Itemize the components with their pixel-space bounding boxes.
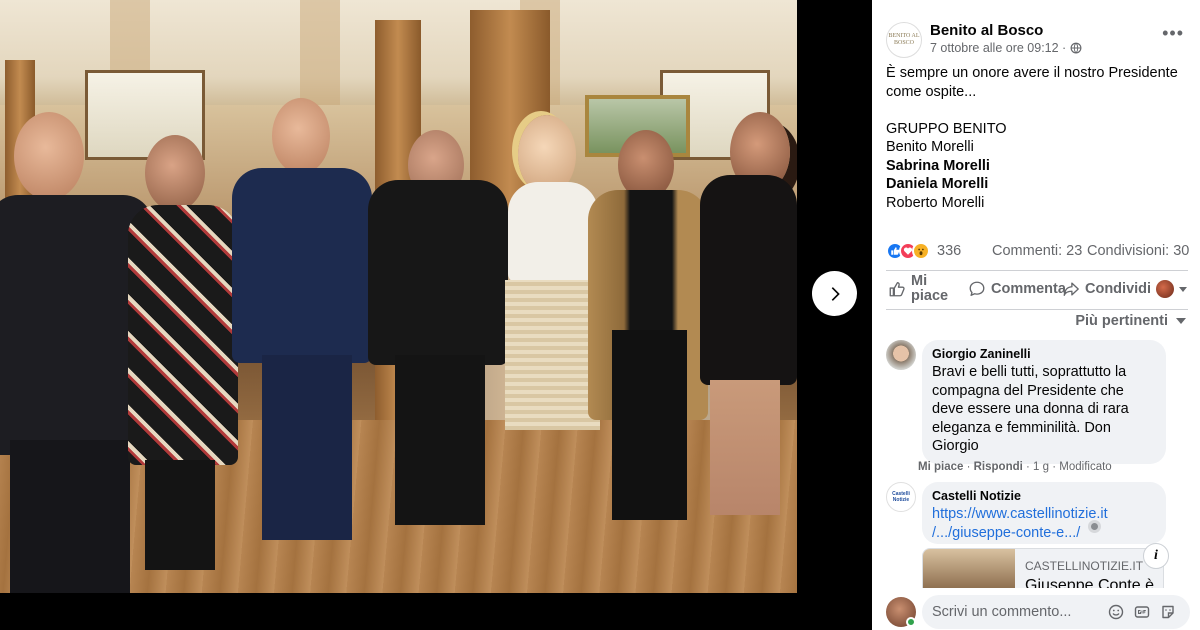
share-label: Condividi [1085, 281, 1152, 297]
photo-beam [300, 0, 340, 110]
gif-icon[interactable] [1134, 604, 1150, 620]
post-text-line: come ospite... [886, 83, 977, 100]
reaction-count[interactable]: 336 [937, 243, 961, 259]
thumbs-up-icon [889, 282, 905, 297]
globe-icon [1070, 42, 1082, 54]
chevron-down-icon [1176, 318, 1186, 324]
commenter-avatar[interactable]: Castelli Notizie [886, 482, 916, 512]
comment-text-line: eleganza e femminilità. Don [932, 419, 1111, 436]
online-status-icon [906, 617, 916, 627]
comment-text-line: Bravi e belli tutti, soprattutto la [932, 364, 1127, 380]
sticker-icon[interactable] [1160, 604, 1176, 620]
comment-button[interactable]: Commenta [968, 272, 1066, 306]
like-label-line: Mi [911, 273, 928, 289]
post-text-line: È sempre un onore avere il nostro Presid… [886, 65, 1178, 81]
commenter-name[interactable]: Giorgio Zaninelli [932, 347, 1154, 361]
comments-count[interactable]: Commenti: 23 [992, 243, 1082, 259]
divider [886, 270, 1188, 271]
member-name: Roberto Morelli [886, 194, 985, 211]
info-icon[interactable]: i [1143, 543, 1169, 569]
comment-label: Commenta [991, 281, 1066, 297]
comment-bubble: Castelli Notizie https://www.castellinot… [922, 482, 1166, 544]
next-photo-button[interactable] [812, 271, 857, 316]
post-header: BENITO AL BOSCO Benito al Bosco 7 ottobr… [886, 20, 1192, 60]
photo-viewer [0, 0, 872, 630]
comment-actions: Mi piace · Rispondi · 1 g · Modificato [918, 461, 1112, 473]
commenter-avatar[interactable] [886, 340, 916, 370]
chevron-down-icon[interactable] [1179, 286, 1188, 292]
emoji-icon[interactable] [1108, 604, 1124, 620]
comment-sort-dropdown[interactable]: Più pertinenti [1075, 313, 1186, 329]
comment-icon [969, 281, 985, 296]
link-loading-icon [1088, 520, 1101, 533]
post-text-gap [886, 101, 1192, 120]
comment-text-line: Giorgio [932, 438, 979, 454]
member-name[interactable]: Daniela Morelli [886, 175, 1192, 194]
share-button[interactable]: Condividi [1062, 272, 1188, 306]
reactions-bar: 336 Commenti: 23 Condivisioni: 30 [886, 240, 1192, 262]
comment-reply-button[interactable]: Rispondi [974, 461, 1023, 473]
share-audience-avatar[interactable] [1156, 280, 1175, 298]
comment-text-line: compagna del Presidente che [932, 382, 1124, 399]
share-icon [1063, 282, 1079, 296]
like-label-line: piace [911, 288, 949, 304]
post-text: È sempre un onore avere il nostro Presid… [886, 64, 1192, 212]
link-preview-domain: CASTELLINOTIZIE.IT [1025, 559, 1144, 573]
member-name[interactable]: Sabrina Morelli [886, 157, 1192, 176]
comment-like-button[interactable]: Mi piace [918, 461, 963, 473]
wow-icon[interactable] [912, 242, 930, 260]
post-photo [0, 0, 797, 593]
commenter-avatar-text: Castelli Notizie [892, 491, 910, 503]
commenter-name[interactable]: Castelli Notizie [932, 489, 1154, 503]
page-logo-text: BENITO AL BOSCO [888, 33, 920, 46]
page-name[interactable]: Benito al Bosco [930, 22, 1043, 39]
chevron-right-icon [831, 286, 840, 301]
comment-separator: · [966, 461, 974, 473]
shares-count[interactable]: Condivisioni: 30 [1087, 243, 1189, 259]
comment-link[interactable]: https://www.castellinotizie.it [932, 505, 1154, 524]
comment-text-line: deve essere una donna di rara [932, 401, 1129, 417]
group-title: GRUPPO BENITO [886, 120, 1007, 137]
post-timestamp[interactable]: 7 ottobre alle ore 09:12 · [930, 41, 1066, 55]
member-name: Benito Morelli [886, 139, 974, 155]
post-actions: Mi piace Commenta Condividi [886, 272, 1192, 306]
comment-link[interactable]: /.../giuseppe-conte-e.../ [932, 524, 1154, 543]
post-panel: BENITO AL BOSCO Benito al Bosco 7 ottobr… [872, 0, 1200, 630]
comment-composer [872, 588, 1200, 630]
comment-meta: · 1 g · Modificato [1026, 461, 1112, 473]
page-avatar[interactable]: BENITO AL BOSCO [886, 22, 922, 58]
post-meta: 7 ottobre alle ore 09:12 · [930, 41, 1082, 55]
like-label: Mi piace [911, 274, 948, 304]
sort-label: Più pertinenti [1075, 313, 1168, 329]
divider [886, 309, 1188, 310]
more-options-icon[interactable]: ••• [1162, 24, 1184, 42]
like-button[interactable]: Mi piace [888, 272, 948, 306]
comment-bubble: Giorgio Zaninelli Bravi e belli tutti, s… [922, 340, 1166, 464]
